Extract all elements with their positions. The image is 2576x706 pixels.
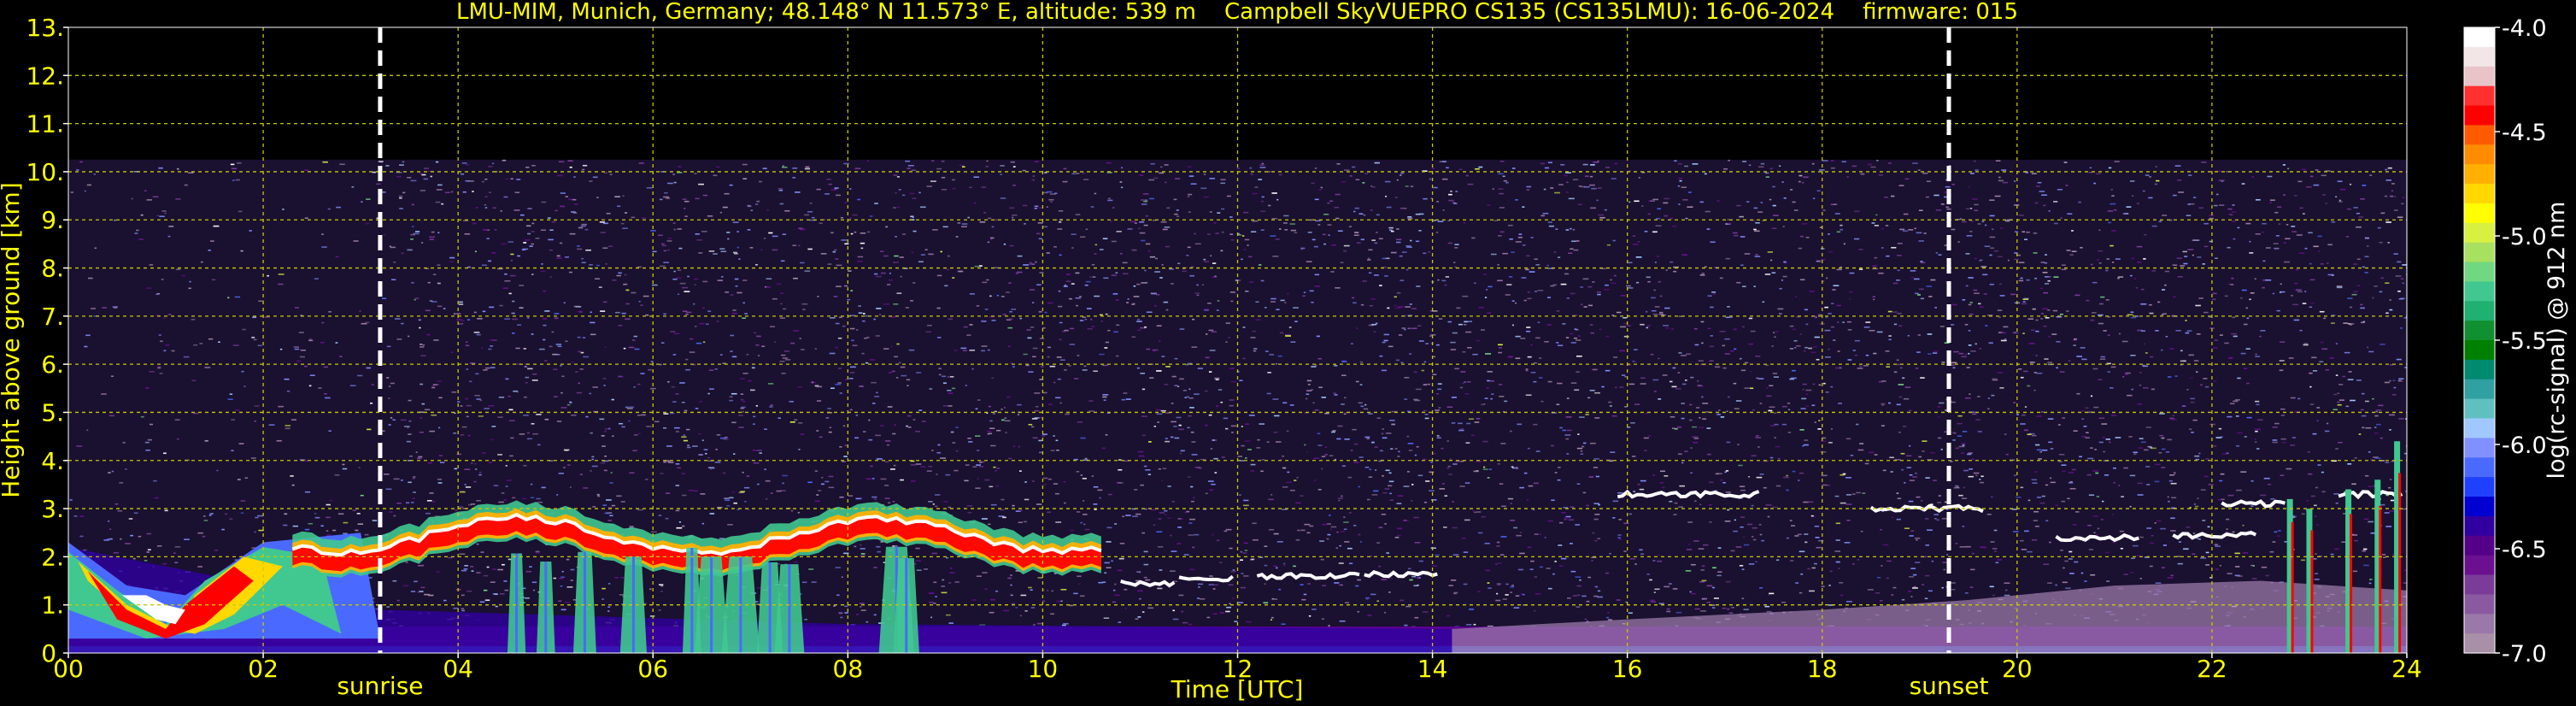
x-tick-label: 08 bbox=[833, 655, 864, 683]
x-tick-label: 06 bbox=[637, 655, 668, 683]
y-tick-label: 0. bbox=[41, 639, 64, 668]
colorbar-segment bbox=[2464, 497, 2495, 517]
x-tick-label: 18 bbox=[1807, 655, 1838, 683]
colorbar-segment bbox=[2464, 125, 2495, 145]
y-tick-label: 7. bbox=[41, 303, 64, 331]
colorbar-tick-label: -4.5 bbox=[2502, 120, 2547, 146]
colorbar-segment bbox=[2464, 438, 2495, 458]
x-tick-label: 14 bbox=[1417, 655, 1448, 683]
colorbar-segment bbox=[2464, 418, 2495, 438]
sunset-label: sunset bbox=[1910, 672, 1989, 700]
colorbar-segment bbox=[2464, 85, 2495, 107]
colorbar-segment bbox=[2464, 203, 2495, 224]
colorbar-segment bbox=[2464, 184, 2495, 204]
colorbar: -4.0 -4.5 -5.0 -5.5 -6.0 -6.5 -7.0 bbox=[2463, 15, 2547, 668]
y-tick-label: 11. bbox=[26, 110, 64, 138]
y-tick-label: 12. bbox=[26, 62, 64, 90]
y-tick-label: 1. bbox=[41, 591, 64, 620]
y-tick-label: 5. bbox=[41, 398, 64, 427]
colorbar-segment bbox=[2464, 555, 2495, 576]
x-tick-label: 22 bbox=[2197, 655, 2227, 683]
colorbar-segment bbox=[2464, 457, 2495, 478]
x-tick-label: 16 bbox=[1612, 655, 1643, 683]
y-tick-label: 2. bbox=[41, 543, 64, 571]
colorbar-segment bbox=[2464, 222, 2495, 244]
colorbar-segment bbox=[2464, 164, 2495, 185]
colorbar-segment bbox=[2464, 301, 2495, 321]
y-tick-label: 8. bbox=[41, 255, 64, 283]
colorbar-segment bbox=[2464, 281, 2495, 302]
y-axis-label: Height above ground [km] bbox=[0, 182, 25, 498]
y-tick-label: 6. bbox=[41, 350, 64, 379]
colorbar-segment bbox=[2464, 574, 2495, 595]
colorbar-segment bbox=[2464, 105, 2495, 126]
y-axis-ticks: 0. 1. 2. 3. 4. 5. 6. 7. 8. 9. 10. 11. 12. 13. bbox=[26, 14, 68, 668]
colorbar-segment bbox=[2464, 379, 2495, 400]
colorbar-tick-label: -5.5 bbox=[2502, 328, 2547, 355]
x-tick-label: 24 bbox=[2391, 655, 2422, 683]
colorbar-segment bbox=[2464, 535, 2495, 556]
colorbar-segment bbox=[2464, 340, 2495, 361]
x-axis-label: Time [UTC] bbox=[1171, 675, 1304, 703]
y-tick-label: 13. bbox=[26, 14, 64, 42]
colorbar-segment bbox=[2464, 515, 2495, 537]
colorbar-tick-label: -6.5 bbox=[2502, 537, 2547, 563]
ceilometer-chart: LMU-MIM, Munich, Germany; 48.148° N 11.5… bbox=[0, 0, 2570, 703]
colorbar-tick-label: -5.0 bbox=[2502, 224, 2547, 250]
colorbar-label: log(rc-signal) @ 912 nm bbox=[2544, 202, 2570, 479]
x-tick-label: 10 bbox=[1028, 655, 1059, 683]
colorbar-segment bbox=[2464, 66, 2495, 87]
colorbar-tick-label: -4.0 bbox=[2502, 15, 2547, 42]
colorbar-segment bbox=[2464, 633, 2495, 654]
y-tick-label: 4. bbox=[41, 447, 64, 475]
colorbar-segment bbox=[2464, 359, 2495, 380]
y-tick-label: 3. bbox=[41, 495, 64, 523]
colorbar-segment bbox=[2464, 144, 2495, 165]
colorbar-tick-label: -6.0 bbox=[2502, 432, 2547, 459]
colorbar-segment bbox=[2464, 242, 2495, 263]
colorbar-segment bbox=[2464, 398, 2495, 420]
sunrise-label: sunrise bbox=[337, 672, 423, 700]
colorbar-segment bbox=[2464, 477, 2495, 497]
colorbar-segment bbox=[2464, 262, 2495, 282]
colorbar-segment bbox=[2464, 614, 2495, 634]
backscatter-noise bbox=[68, 159, 2407, 653]
x-tick-label: 04 bbox=[443, 655, 473, 683]
colorbar-segment bbox=[2464, 321, 2495, 341]
x-tick-label: 20 bbox=[2002, 655, 2033, 683]
colorbar-segment bbox=[2464, 27, 2495, 48]
chart-title: LMU-MIM, Munich, Germany; 48.148° N 11.5… bbox=[456, 0, 2018, 25]
x-tick-label: 02 bbox=[248, 655, 279, 683]
y-tick-label: 10. bbox=[26, 158, 64, 186]
colorbar-segment bbox=[2464, 46, 2495, 68]
colorbar-tick-label: -7.0 bbox=[2502, 641, 2547, 668]
y-tick-label: 9. bbox=[41, 206, 64, 234]
colorbar-segment bbox=[2464, 594, 2495, 615]
